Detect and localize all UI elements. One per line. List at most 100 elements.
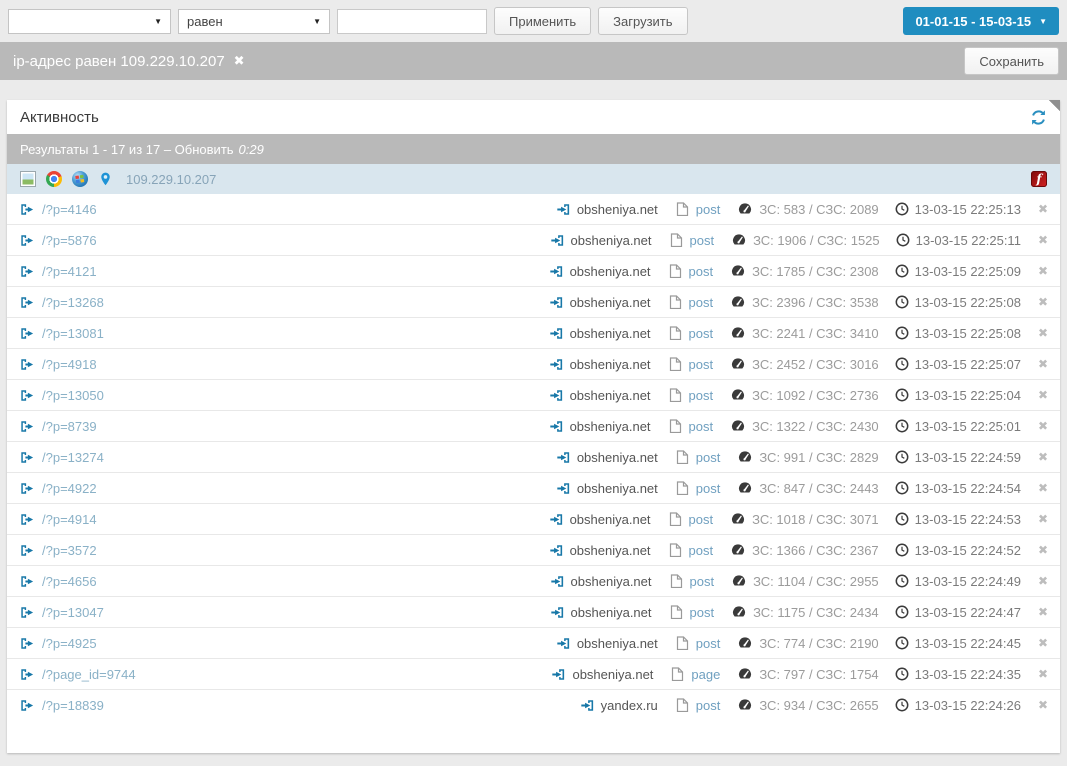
referrer-site-label: obsheniya.net — [569, 511, 651, 527]
close-icon[interactable]: ✖ — [1038, 512, 1048, 526]
page-url-link[interactable]: /?p=4914 — [42, 512, 97, 527]
file-icon — [669, 357, 682, 371]
filter-value-input[interactable] — [337, 8, 487, 34]
time-cell: 13-03-15 22:24:45 — [895, 636, 1021, 651]
close-icon[interactable]: ✖ — [1038, 543, 1048, 557]
close-icon[interactable]: ✖ — [1038, 326, 1048, 340]
clock-icon — [895, 388, 909, 402]
page-url-link[interactable]: /?page_id=9744 — [42, 667, 136, 682]
site-cell: obsheniya.net — [550, 233, 652, 248]
page-url-link[interactable]: /?p=13274 — [42, 450, 104, 465]
close-icon[interactable]: ✖ — [1038, 698, 1048, 712]
save-button[interactable]: Сохранить — [964, 47, 1059, 75]
close-icon[interactable]: ✖ — [1038, 481, 1048, 495]
page-url-link[interactable]: /?p=5876 — [42, 233, 97, 248]
remove-filter-icon[interactable]: ✖ — [234, 54, 245, 69]
page-url-link[interactable]: /?p=4146 — [42, 202, 97, 217]
close-icon[interactable]: ✖ — [1038, 419, 1048, 433]
page-url-link[interactable]: /?p=13047 — [42, 605, 104, 620]
activity-row: /?p=13274 obsheniya.net post ЗС: 991 / С… — [7, 442, 1060, 473]
page-type-link[interactable]: post — [696, 202, 721, 217]
apply-button[interactable]: Применить — [494, 7, 592, 35]
speed-cell: ЗС: 1175 / СЗС: 2434 — [732, 605, 879, 620]
close-icon[interactable]: ✖ — [1038, 295, 1048, 309]
page-type-link[interactable]: post — [689, 512, 714, 527]
close-icon[interactable]: ✖ — [1038, 450, 1048, 464]
page-type-link[interactable]: post — [696, 450, 721, 465]
time-cell: 13-03-15 22:25:08 — [895, 326, 1021, 341]
page-type-link[interactable]: post — [689, 357, 714, 372]
page-type-link[interactable]: post — [689, 264, 714, 279]
close-icon[interactable]: ✖ — [1038, 605, 1048, 619]
page-type-link[interactable]: post — [689, 295, 714, 310]
speedometer-icon — [731, 512, 745, 526]
page-url-link[interactable]: /?p=4922 — [42, 481, 97, 496]
page-type-link[interactable]: post — [696, 636, 721, 651]
page-url-link[interactable]: /?p=4925 — [42, 636, 97, 651]
close-icon[interactable]: ✖ — [1038, 574, 1048, 588]
page-url-link[interactable]: /?p=4121 — [42, 264, 97, 279]
referrer-site-label: yandex.ru — [600, 697, 658, 713]
speedometer-icon — [738, 667, 752, 681]
page-type-link[interactable]: post — [689, 419, 714, 434]
field-select[interactable]: ▼ — [8, 8, 171, 34]
referrer-site-label: obsheniya.net — [569, 325, 651, 341]
results-text: Результаты 1 - 17 из 17 – Обновить — [20, 141, 234, 157]
page-type-link[interactable]: post — [690, 605, 715, 620]
file-icon — [676, 481, 689, 495]
time-cell: 13-03-15 22:24:52 — [895, 543, 1021, 558]
page-url-link[interactable]: /?p=13268 — [42, 295, 104, 310]
page-type-link[interactable]: post — [696, 481, 721, 496]
page-type-link[interactable]: post — [689, 543, 714, 558]
referrer-site-label: obsheniya.net — [570, 573, 652, 589]
url-cell: /?p=13268 — [20, 295, 104, 310]
type-cell: post — [676, 450, 721, 465]
speedometer-icon — [731, 326, 745, 340]
close-icon[interactable]: ✖ — [1038, 667, 1048, 681]
refresh-icon[interactable] — [1030, 109, 1047, 126]
file-icon — [669, 543, 682, 557]
file-icon — [670, 233, 683, 247]
close-icon[interactable]: ✖ — [1038, 202, 1048, 216]
close-icon[interactable]: ✖ — [1038, 388, 1048, 402]
page-type-link[interactable]: post — [689, 326, 714, 341]
speedometer-icon — [738, 636, 752, 650]
image-icon — [20, 171, 36, 187]
activity-row: /?p=13050 obsheniya.net post ЗС: 1092 / … — [7, 380, 1060, 411]
signin-icon — [549, 544, 563, 557]
page-type-link[interactable]: post — [696, 698, 721, 713]
page-url-link[interactable]: /?p=13050 — [42, 388, 104, 403]
url-cell: /?p=4146 — [20, 202, 97, 217]
load-button[interactable]: Загрузить — [598, 7, 688, 35]
type-cell: post — [676, 481, 721, 496]
refresh-countdown: 0:29 — [238, 141, 264, 157]
page-url-link[interactable]: /?p=4656 — [42, 574, 97, 589]
signout-icon — [20, 699, 34, 712]
page-type-link[interactable]: post — [690, 574, 715, 589]
signin-icon — [549, 513, 563, 526]
close-icon[interactable]: ✖ — [1038, 357, 1048, 371]
close-icon[interactable]: ✖ — [1038, 636, 1048, 650]
page-url-link[interactable]: /?p=13081 — [42, 326, 104, 341]
operator-select[interactable]: равен ▼ — [178, 8, 330, 34]
close-icon[interactable]: ✖ — [1038, 233, 1048, 247]
page-url-link[interactable]: /?p=8739 — [42, 419, 97, 434]
close-icon[interactable]: ✖ — [1038, 264, 1048, 278]
timestamp-label: 13-03-15 22:24:52 — [914, 542, 1021, 558]
speedometer-icon — [732, 605, 746, 619]
url-cell: /?p=4925 — [20, 636, 97, 651]
timestamp-label: 13-03-15 22:25:08 — [914, 294, 1021, 310]
date-range-button[interactable]: 01-01-15 - 15-03-15 ▼ — [903, 7, 1059, 35]
visitor-ip-link[interactable]: 109.229.10.207 — [126, 172, 216, 187]
time-cell: 13-03-15 22:25:04 — [895, 388, 1021, 403]
activity-row: /?p=8739 obsheniya.net post ЗС: 1322 / С… — [7, 411, 1060, 442]
page-type-link[interactable]: post — [689, 388, 714, 403]
page-type-link[interactable]: post — [690, 233, 715, 248]
page-url-link[interactable]: /?p=4918 — [42, 357, 97, 372]
page-url-link[interactable]: /?p=3572 — [42, 543, 97, 558]
site-cell: obsheniya.net — [549, 357, 651, 372]
referrer-site-label: obsheniya.net — [569, 542, 651, 558]
page-url-link[interactable]: /?p=18839 — [42, 698, 104, 713]
signout-icon — [20, 606, 34, 619]
page-type-link[interactable]: page — [691, 667, 720, 682]
